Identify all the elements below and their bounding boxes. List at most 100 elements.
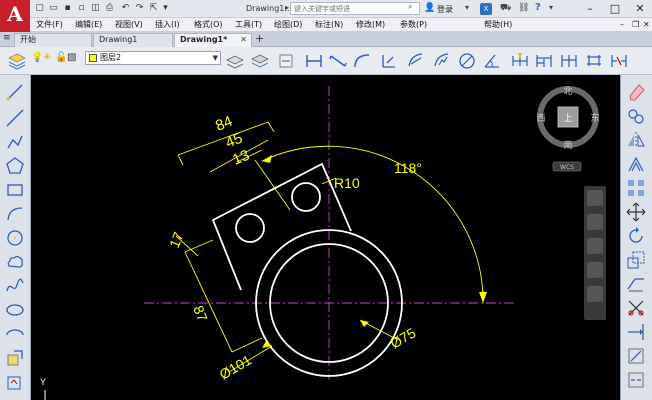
user-icon[interactable]: 👤 [424, 3, 435, 13]
maximize-window-icon[interactable]: □ [603, 0, 627, 18]
tab-drawing1[interactable]: Drawing1 [93, 33, 173, 47]
polyline-icon[interactable] [4, 131, 26, 153]
quick-access-dropdown-icon[interactable]: ▾ [160, 3, 171, 14]
angular-dimension-icon[interactable] [481, 50, 503, 72]
construction-line-icon[interactable] [4, 107, 26, 129]
ellipse-arc-icon[interactable] [4, 323, 26, 345]
drawing-canvas[interactable]: 84 45 13 R10 118° 17 87 Ø101 Ø75 Y 北 南 东… [31, 75, 620, 400]
login-dropdown-icon[interactable]: ▾ [465, 3, 469, 12]
menu-edit[interactable]: 编辑(E) [75, 19, 102, 30]
print-icon[interactable]: ⎙ [104, 3, 115, 14]
tab-close-icon[interactable]: ✕ [240, 34, 247, 46]
menu-dimension[interactable]: 标注(N) [315, 19, 343, 30]
viewcube-north[interactable]: 北 [563, 86, 572, 97]
dimension-space-icon[interactable] [583, 50, 605, 72]
connect-icon[interactable]: ⛓ [518, 3, 529, 13]
copy-icon[interactable] [625, 105, 647, 127]
new-file-icon[interactable]: ▢ [34, 3, 45, 14]
layer-state-icon[interactable] [249, 50, 271, 72]
orbit-icon[interactable] [587, 262, 603, 278]
extend-icon[interactable] [625, 321, 647, 343]
viewcube-east[interactable]: 东 [590, 112, 599, 124]
arc-length-icon[interactable] [351, 50, 373, 72]
share-icon[interactable]: ⇱ [148, 3, 159, 14]
tab-drawing1-modified[interactable]: Drawing1* ✕ [174, 33, 252, 47]
polygon-icon[interactable] [4, 155, 26, 177]
baseline-dimension-icon[interactable] [533, 50, 555, 72]
layer-color-icon[interactable]: ▧ [67, 53, 76, 63]
arc-icon[interactable] [4, 203, 26, 225]
layer-previous-icon[interactable] [275, 50, 297, 72]
viewcube[interactable]: 北 南 东 西 上 WCS [536, 86, 600, 172]
bulb-icon[interactable]: 💡 [31, 53, 43, 63]
ellipse-icon[interactable] [4, 299, 26, 321]
array-icon[interactable] [625, 177, 647, 199]
menu-format[interactable]: 格式(O) [194, 19, 223, 30]
linear-dimension-icon[interactable] [303, 50, 325, 72]
doc-minimize-icon[interactable]: – [620, 20, 629, 29]
close-window-icon[interactable]: ✕ [628, 0, 652, 18]
break-icon[interactable] [625, 369, 647, 391]
spline-icon[interactable] [4, 275, 26, 297]
help-dropdown-icon[interactable]: ▾ [549, 3, 553, 12]
menu-tools[interactable]: 工具(T) [235, 19, 262, 30]
revision-cloud-icon[interactable] [4, 251, 26, 273]
tab-list-icon[interactable]: ≡ [3, 33, 11, 43]
scale-icon[interactable] [625, 249, 647, 271]
trim-icon[interactable] [625, 297, 647, 319]
viewcube-south[interactable]: 南 [563, 139, 572, 151]
search-input[interactable] [290, 2, 420, 15]
insert-block-icon[interactable] [4, 347, 26, 369]
cart-icon[interactable]: ⛟ [500, 3, 511, 14]
undo-icon[interactable]: ↶ [120, 3, 131, 14]
rotate-icon[interactable] [625, 225, 647, 247]
layer-dropdown[interactable]: 图层2 ▼ [85, 51, 221, 65]
showmotion-icon[interactable] [587, 286, 603, 302]
redo-icon[interactable]: ↷ [134, 3, 145, 14]
minimize-window-icon[interactable]: – [578, 0, 602, 18]
mirror-icon[interactable] [625, 129, 647, 151]
stretch-icon[interactable] [625, 273, 647, 295]
wcs-label[interactable]: WCS [560, 164, 574, 171]
search-icon[interactable]: ⌕ [408, 2, 412, 12]
exchange-apps-icon[interactable]: X [480, 3, 492, 15]
viewcube-west[interactable]: 西 [536, 113, 545, 124]
viewcube-top[interactable]: 上 [563, 113, 572, 124]
menu-insert[interactable]: 插入(I) [155, 19, 180, 30]
offset-icon[interactable] [625, 153, 647, 175]
ordinate-dimension-icon[interactable] [378, 50, 400, 72]
circle-icon[interactable] [4, 227, 26, 249]
save-as-icon[interactable]: ▫ [76, 3, 87, 14]
make-block-icon[interactable] [4, 371, 26, 393]
menu-parameter[interactable]: 参数(P) [400, 19, 427, 30]
new-tab-icon[interactable]: + [255, 32, 264, 45]
quick-dimension-icon[interactable] [509, 50, 531, 72]
zoom-icon[interactable] [587, 238, 603, 254]
open-file-icon[interactable]: ▭ [48, 3, 59, 14]
menu-modify[interactable]: 修改(M) [356, 19, 385, 30]
save-icon[interactable]: ▪ [62, 3, 73, 14]
doc-restore-icon[interactable]: ❐ [632, 20, 641, 29]
layer-properties-icon[interactable] [224, 50, 246, 72]
help-icon[interactable]: ? [535, 2, 541, 13]
doc-close-icon[interactable]: ✕ [643, 20, 652, 29]
login-label[interactable]: 登录 [437, 4, 453, 15]
tab-start[interactable]: 开始 [14, 33, 92, 47]
jogged-dimension-icon[interactable] [431, 50, 453, 72]
dimension-break-icon[interactable] [608, 50, 630, 72]
rectangle-icon[interactable] [4, 179, 26, 201]
break-at-point-icon[interactable] [625, 345, 647, 367]
web-icon[interactable]: ◫ [90, 3, 101, 14]
erase-icon[interactable] [625, 81, 647, 103]
menu-help[interactable]: 帮助(H) [484, 19, 512, 30]
sun-icon[interactable]: ✳ [43, 53, 51, 63]
menu-draw[interactable]: 绘图(D) [274, 19, 302, 30]
menu-view[interactable]: 视图(V) [115, 19, 143, 30]
lock-icon[interactable]: 🔓 [55, 53, 67, 63]
line-tool-icon[interactable] [4, 81, 26, 103]
aligned-dimension-icon[interactable] [327, 50, 349, 72]
pan-icon[interactable] [587, 214, 603, 230]
diameter-dimension-icon[interactable] [456, 50, 478, 72]
continue-dimension-icon[interactable] [558, 50, 580, 72]
layer-manager-icon[interactable] [6, 50, 28, 72]
